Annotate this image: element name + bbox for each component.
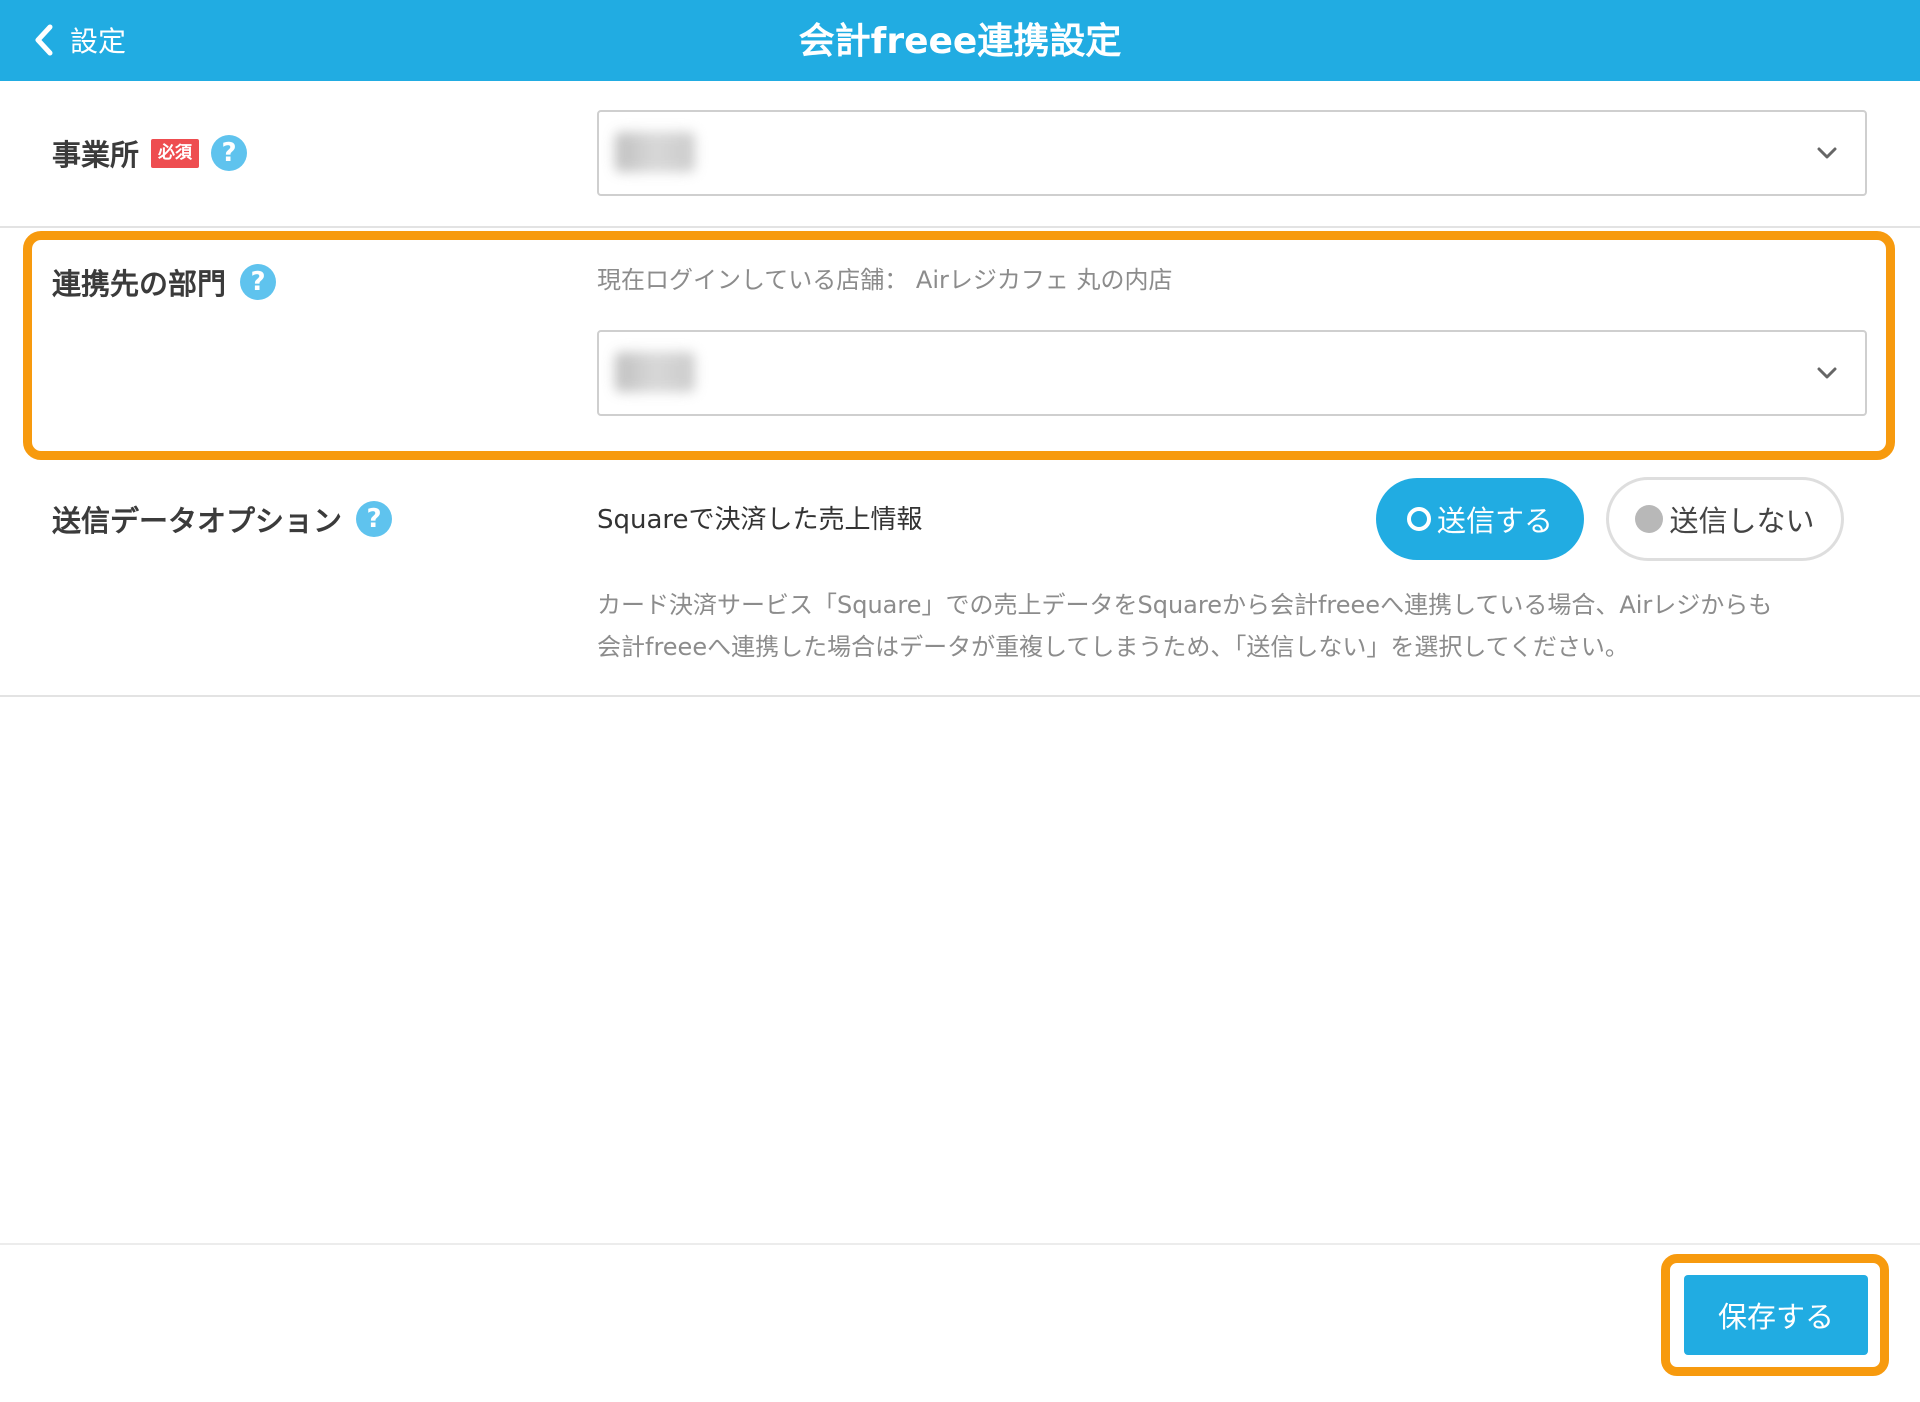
- send-option-no-send-label: 送信しない: [1669, 504, 1815, 538]
- chevron-left-icon: [35, 24, 53, 56]
- send-item-label: Squareで決済した売上情報: [597, 505, 923, 535]
- send-option-send[interactable]: 送信する: [1376, 478, 1584, 560]
- back-label: 設定: [70, 25, 127, 58]
- required-badge: 必須: [151, 138, 200, 168]
- department-label: 連携先の部門: [52, 267, 227, 301]
- office-label: 事業所: [52, 138, 140, 172]
- radio-unselected-icon: [1635, 505, 1664, 533]
- note-line-1: カード決済サービス「Square」での売上データをSquareから会計freee…: [597, 591, 1773, 619]
- office-select[interactable]: [597, 110, 1867, 196]
- question-circle-icon[interactable]: ?: [240, 264, 277, 300]
- office-row-label: 事業所 必須 ?: [52, 130, 248, 176]
- send-option-no-send[interactable]: 送信しない: [1606, 477, 1844, 561]
- chevron-down-icon: [1817, 367, 1837, 379]
- radio-selected-icon: [1406, 507, 1431, 531]
- send-option-row-label: 送信データオプション ?: [52, 496, 393, 542]
- save-button[interactable]: 保存する: [1684, 1275, 1868, 1355]
- row-divider: [0, 695, 1920, 697]
- page-title: 会計freee連携設定: [798, 21, 1122, 62]
- chevron-down-icon: [1817, 147, 1837, 159]
- back-button[interactable]: 設定: [34, 12, 126, 68]
- send-option-send-label: 送信する: [1436, 504, 1553, 538]
- row-divider: [0, 226, 1920, 228]
- current-store-label: 現在ログインしている店舗： Airレジカフェ 丸の内店: [597, 266, 1173, 294]
- question-circle-icon[interactable]: ?: [356, 501, 393, 537]
- department-row-label: 連携先の部門 ?: [52, 259, 277, 305]
- department-select[interactable]: [597, 330, 1867, 416]
- send-option-label: 送信データオプション: [52, 504, 343, 538]
- footer-divider: [0, 1243, 1920, 1245]
- question-circle-icon[interactable]: ?: [211, 135, 248, 171]
- note-line-2: 会計freeeへ連携した場合はデータが重複してしまうため、「送信しない」を選択し…: [597, 633, 1629, 661]
- office-select-value: [615, 132, 695, 172]
- send-option-note: カード決済サービス「Square」での売上データをSquareから会計freee…: [597, 584, 1887, 668]
- department-select-value: [615, 352, 695, 392]
